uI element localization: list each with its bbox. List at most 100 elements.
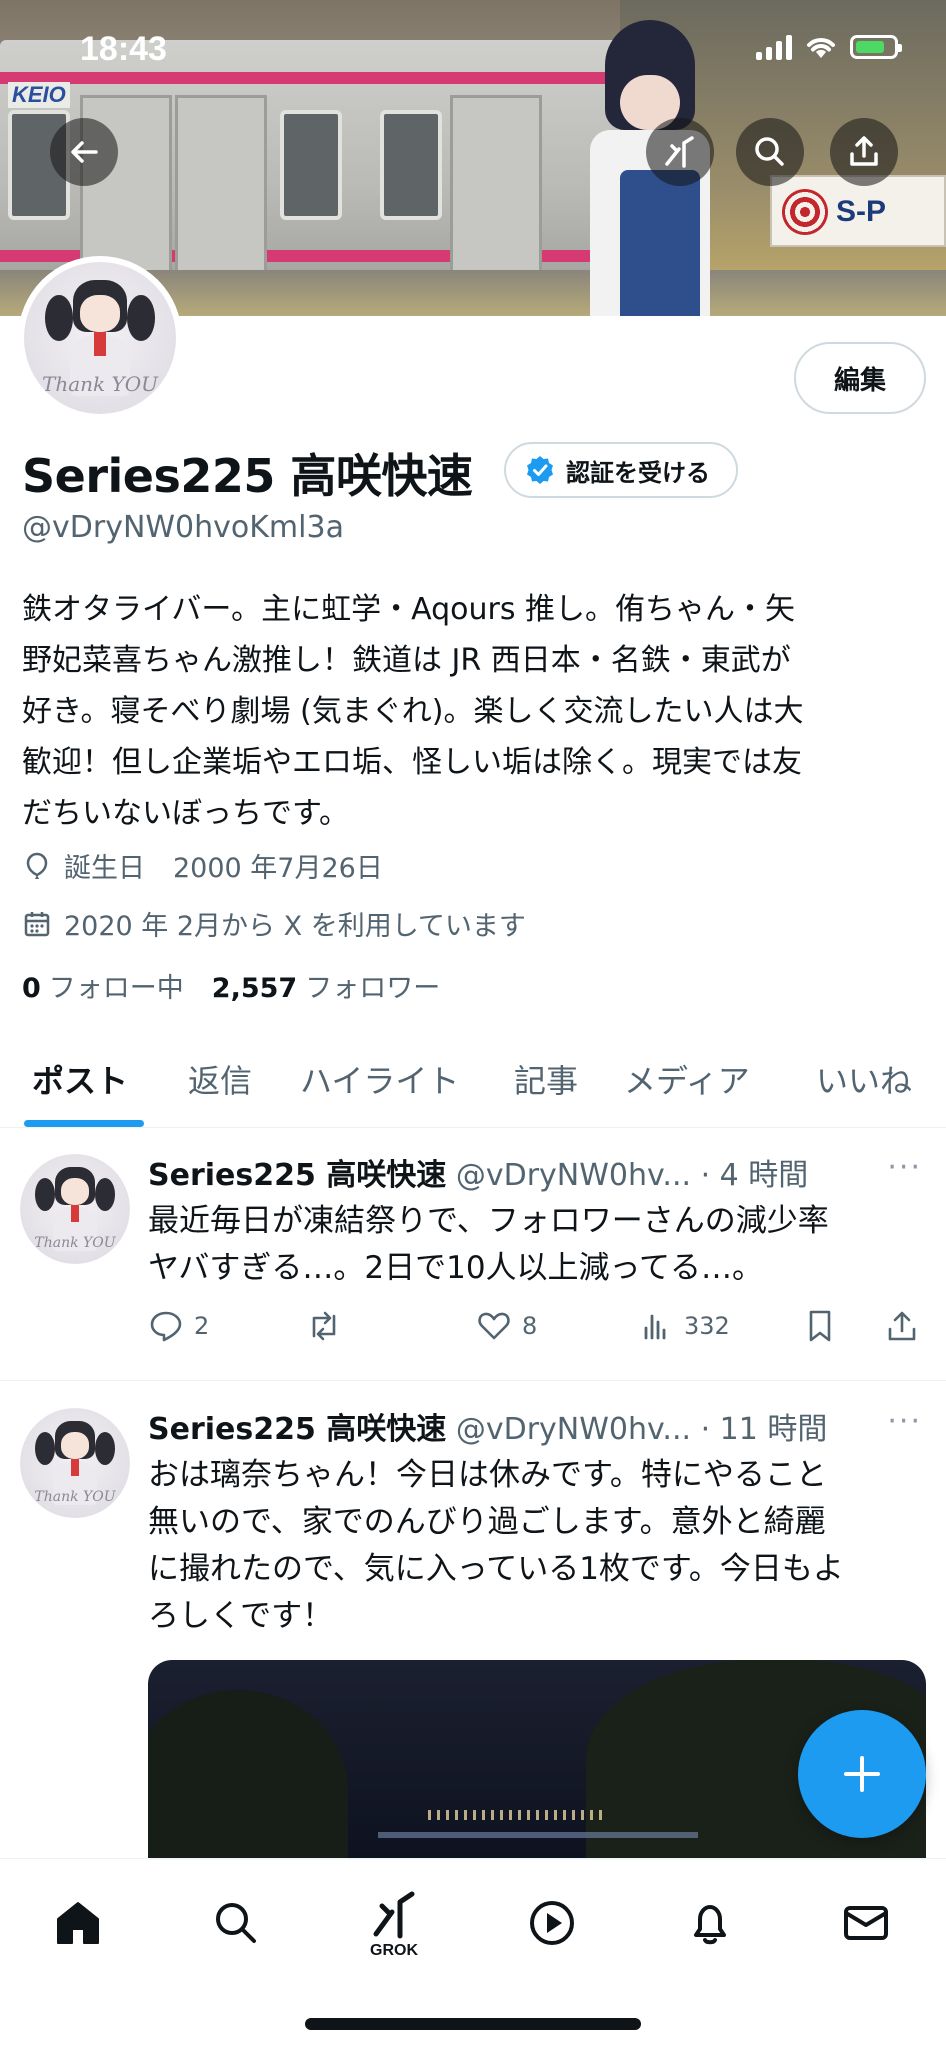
share-post-button[interactable] (884, 1308, 920, 1344)
bell-icon (694, 1905, 726, 1945)
avatar-caption: Thank YOU (42, 371, 158, 396)
share-icon (850, 136, 878, 166)
post-avatar[interactable]: Thank YOU (20, 1154, 130, 1264)
battery-icon (850, 35, 902, 59)
following-label: フォロー中 (48, 973, 184, 1004)
back-button[interactable] (50, 118, 118, 186)
tab-media[interactable]: メディア (624, 1056, 750, 1102)
active-tab-indicator (24, 1120, 144, 1127)
grok-icon (665, 136, 694, 168)
birthday-label: 誕生日 (64, 853, 145, 884)
post-actions: 2 8 332 (148, 1308, 924, 1352)
more-options-button[interactable]: ··· (887, 1150, 922, 1185)
edit-profile-button[interactable]: 編集 (794, 342, 926, 414)
bio-line: 歓迎！但し企業垢やエロ垢、怪しい垢は除く。現実では友 (22, 745, 802, 780)
post-text: おは璃奈ちゃん！今日は休みです。特にやること 無いので、家でのんびり過ごします。… (148, 1452, 928, 1640)
view-count: 332 (684, 1312, 730, 1340)
reply-icon (150, 1311, 182, 1342)
display-name: Series225 高咲快速 (22, 449, 473, 503)
grok-label: GROK (370, 1942, 418, 1959)
tab-replies[interactable]: 返信 (188, 1056, 252, 1102)
tab-posts[interactable]: ポスト (32, 1056, 128, 1102)
signal-icon (756, 34, 792, 60)
post-text-line: おは璃奈ちゃん！今日は休みです。特にやること (148, 1457, 827, 1493)
shop-sign: S-P (770, 175, 946, 247)
get-verified-button[interactable]: 認証を受ける (504, 442, 738, 498)
followers-label: フォロワー (305, 973, 441, 1004)
home-indicator[interactable] (305, 2018, 641, 2030)
bio-line: 鉄オタライバー。主に虹学・Aqours 推し。侑ちゃん・矢 (22, 592, 796, 627)
balloon-icon (26, 852, 48, 879)
share-icon (888, 1311, 916, 1341)
status-icons (756, 34, 902, 60)
birthday-row: 誕生日 2000 年7月26日 (22, 846, 383, 885)
followers-link[interactable]: 2,557 フォロワー (212, 966, 440, 1005)
grok-button[interactable] (646, 118, 714, 186)
bio-line: だちいないぼっちです。 (22, 796, 349, 831)
joined-row: 2020 年 2月から X を利用しています (22, 904, 526, 943)
arrow-left-icon (71, 141, 98, 163)
share-profile-button[interactable] (830, 118, 898, 186)
following-count: 0 (22, 973, 41, 1004)
nav-video[interactable] (516, 1887, 588, 1959)
views-chart-icon (644, 1314, 666, 1340)
post-author-name: Series225 高咲快速 (148, 1158, 447, 1193)
like-button[interactable]: 8 (476, 1308, 537, 1344)
repost-button[interactable] (306, 1308, 352, 1344)
search-icon (216, 1903, 256, 1943)
nav-messages[interactable] (830, 1887, 902, 1959)
joined-text: 2020 年 2月から X を利用しています (64, 911, 526, 942)
search-button[interactable] (736, 118, 804, 186)
following-link[interactable]: 0 フォロー中 (22, 966, 184, 1005)
avatar-image: Thank YOU (24, 262, 176, 414)
bookmark-icon (809, 1310, 831, 1342)
verified-badge-icon (527, 456, 553, 484)
follow-counts: 0 フォロー中 2,557 フォロワー (22, 966, 440, 1005)
tab-likes[interactable]: いいね (816, 1056, 912, 1102)
post-item[interactable]: Thank YOU Series225 高咲快速 @vDryNW0hv... ·… (0, 1128, 946, 1378)
profile-tabs: ポスト 返信 ハイライト 記事 メディア いいね (0, 1040, 946, 1128)
profile-avatar[interactable]: Thank YOU (18, 256, 182, 420)
post-avatar[interactable]: Thank YOU (20, 1408, 130, 1518)
more-options-button[interactable]: ··· (887, 1404, 922, 1439)
post-author-name: Series225 高咲快速 (148, 1412, 447, 1447)
post-divider (0, 1380, 946, 1381)
compose-post-button[interactable] (798, 1710, 926, 1838)
post-text-line: に撮れたので、気に入っている1枚です。今日もよ (148, 1551, 844, 1587)
reply-count: 2 (194, 1312, 210, 1340)
grok-icon (373, 1891, 415, 1939)
birthday-value: 2000 年7月26日 (173, 853, 383, 884)
train-logo: KEIO (8, 82, 70, 108)
post-text: 最近毎日が凍結祭りで、フォロワーさんの減少率 ヤバすぎる…。2日で10人以上減っ… (148, 1198, 928, 1292)
bio-line: 好き。寝そべり劇場 (気まぐれ)。楽しく交流したい人は大 (22, 694, 804, 729)
mail-icon (844, 1906, 888, 1940)
tab-highlights[interactable]: ハイライト (300, 1056, 459, 1102)
reply-button[interactable]: 2 (148, 1308, 209, 1344)
post-text-line: 最近毎日が凍結祭りで、フォロワーさんの減少率 (148, 1203, 829, 1239)
bookmark-button[interactable] (802, 1308, 838, 1344)
post-header: Series225 高咲快速 @vDryNW0hv... · 4 時間 (148, 1150, 808, 1194)
profile-handle: @vDryNW0hvoKml3a (22, 510, 344, 545)
search-icon (755, 137, 784, 166)
nav-search[interactable] (200, 1887, 272, 1959)
bio-line: 野妃菜喜ちゃん激推し！鉄道は JR 西日本・名鉄・東武が (22, 643, 791, 678)
profile-bio: 鉄オタライバー。主に虹学・Aqours 推し。侑ちゃん・矢 野妃菜喜ちゃん激推し… (22, 584, 922, 839)
tab-articles[interactable]: 記事 (514, 1056, 578, 1102)
views-button[interactable]: 332 (638, 1308, 730, 1344)
post-text-line: 無いので、家でのんびり過ごします。意外と綺麗 (148, 1504, 826, 1540)
like-count: 8 (522, 1312, 538, 1340)
post-header: Series225 高咲快速 @vDryNW0hv... · 11 時間 (148, 1404, 827, 1448)
nav-home[interactable] (42, 1887, 114, 1959)
home-icon (57, 1902, 99, 1944)
heart-icon (478, 1312, 510, 1340)
nav-grok[interactable]: GROK (358, 1879, 430, 1969)
nav-notifications[interactable] (674, 1887, 746, 1959)
post-handle-time: @vDryNW0hv... · 11 時間 (455, 1412, 828, 1447)
plus-icon (844, 1756, 880, 1792)
followers-count: 2,557 (211, 973, 298, 1004)
wifi-icon (807, 38, 835, 58)
calendar-icon (24, 911, 50, 936)
play-circle-icon (530, 1901, 574, 1945)
status-time: 18:43 (80, 30, 167, 68)
repost-icon (312, 1311, 336, 1341)
